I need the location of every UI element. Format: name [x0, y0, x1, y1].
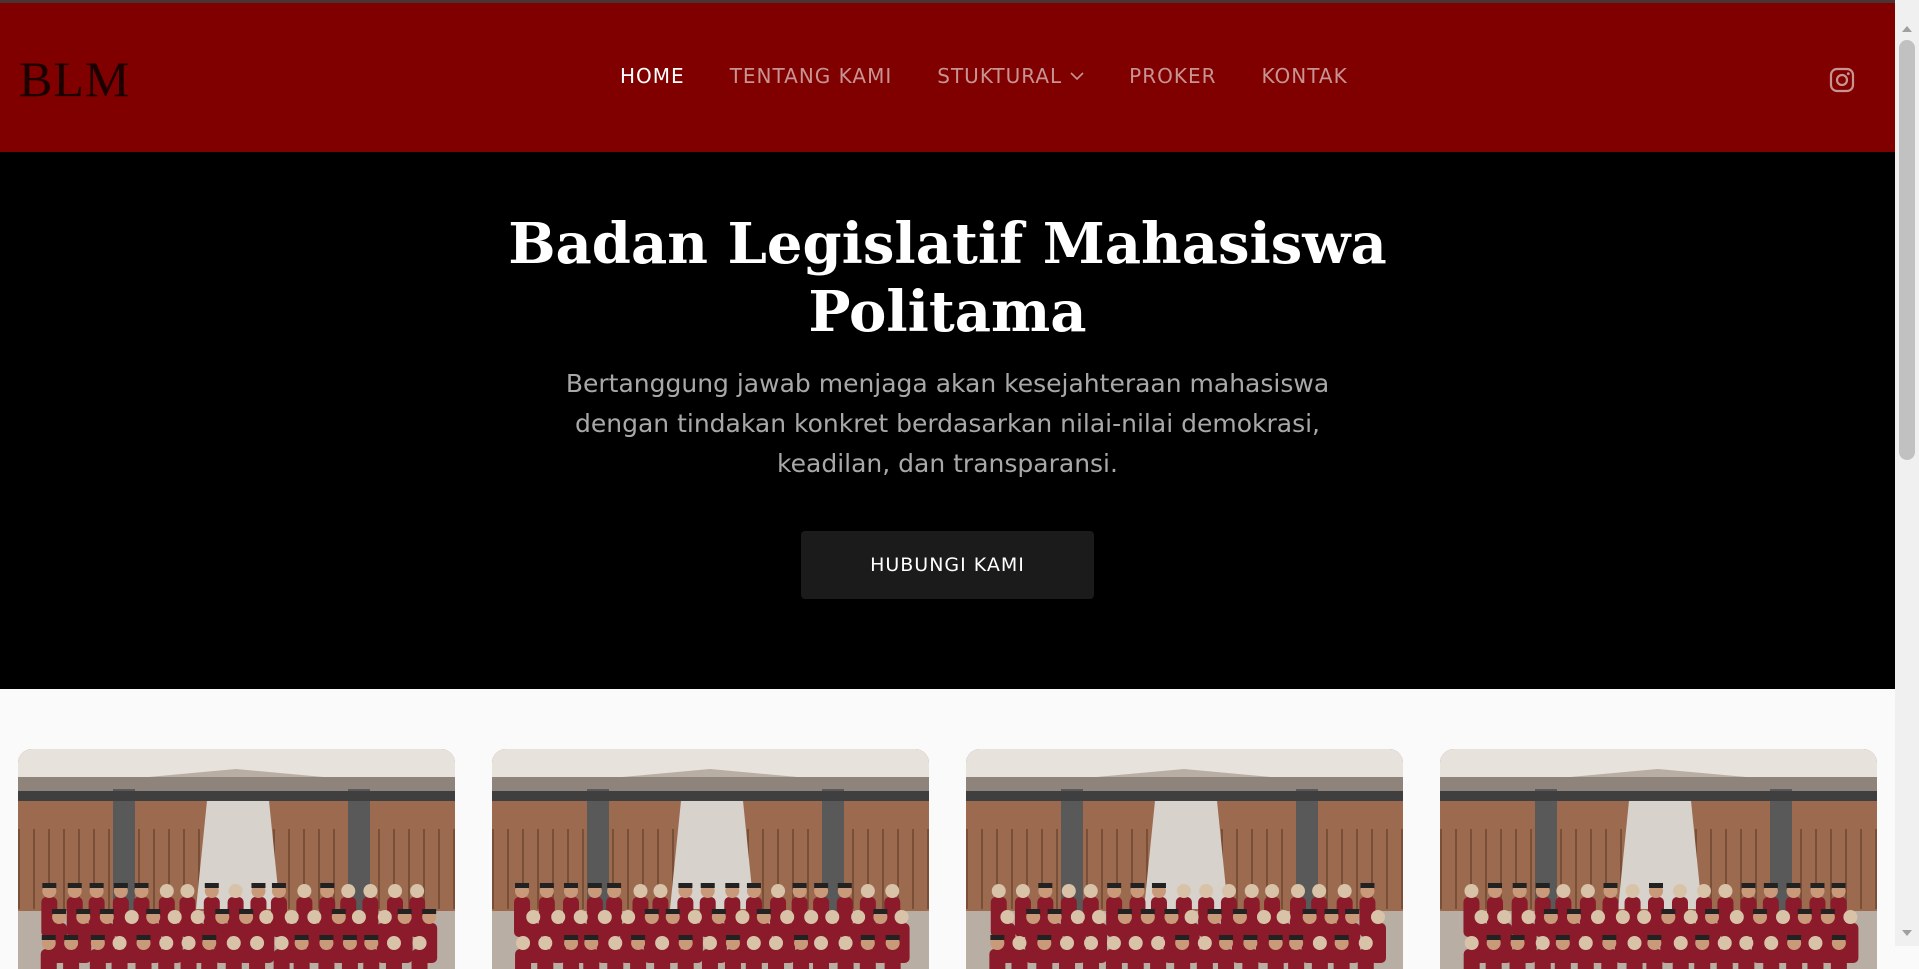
- hero-section: Badan Legislatif Mahasiswa Politama Bert…: [0, 152, 1895, 689]
- hero-title: Badan Legislatif Mahasiswa Politama: [0, 210, 1895, 346]
- nav-item-stuktural[interactable]: STUKTURAL: [937, 63, 1084, 89]
- gallery-photo[interactable]: [966, 749, 1403, 969]
- nav-item-label: KONTAK: [1261, 64, 1348, 88]
- nav-item-label: HOME: [620, 64, 685, 88]
- main-nav: HOME TENTANG KAMI STUKTURAL PROKER KONTA…: [620, 63, 1393, 89]
- hero-title-line1: Badan Legislatif Mahasiswa: [508, 211, 1387, 277]
- navbar: BLM HOME TENTANG KAMI STUKTURAL PROKER K…: [0, 3, 1895, 152]
- nav-item-proker[interactable]: PROKER: [1129, 63, 1216, 89]
- contact-us-button[interactable]: HUBUNGI KAMI: [801, 531, 1094, 599]
- nav-item-tentang-kami[interactable]: TENTANG KAMI: [730, 63, 893, 89]
- group-photo-image: [18, 749, 455, 969]
- nav-item-label: TENTANG KAMI: [729, 64, 893, 88]
- hero-subtitle: Bertanggung jawab menjaga akan kesejahte…: [565, 369, 1330, 478]
- nav-item-kontak[interactable]: KONTAK: [1262, 63, 1348, 89]
- group-photo-image: [966, 749, 1403, 969]
- group-photo-image: [492, 749, 929, 969]
- gallery-photo[interactable]: [1440, 749, 1877, 969]
- gallery-photo[interactable]: [492, 749, 929, 969]
- scrollbar-thumb[interactable]: [1899, 40, 1915, 460]
- nav-item-home[interactable]: HOME: [620, 63, 685, 89]
- site-logo[interactable]: BLM: [19, 51, 130, 107]
- scroll-down-arrow-icon[interactable]: [1902, 930, 1912, 936]
- nav-item-label: PROKER: [1129, 64, 1217, 88]
- instagram-icon[interactable]: [1829, 67, 1855, 93]
- photo-gallery: [0, 689, 1895, 969]
- group-photo-image: [1440, 749, 1877, 969]
- nav-item-label: STUKTURAL: [937, 64, 1063, 88]
- hero-title-line2: Politama: [808, 279, 1087, 345]
- chevron-down-icon: [1070, 71, 1084, 81]
- scrollbar[interactable]: [1895, 0, 1919, 946]
- gallery-photo[interactable]: [18, 749, 455, 969]
- scroll-up-arrow-icon[interactable]: [1902, 26, 1912, 32]
